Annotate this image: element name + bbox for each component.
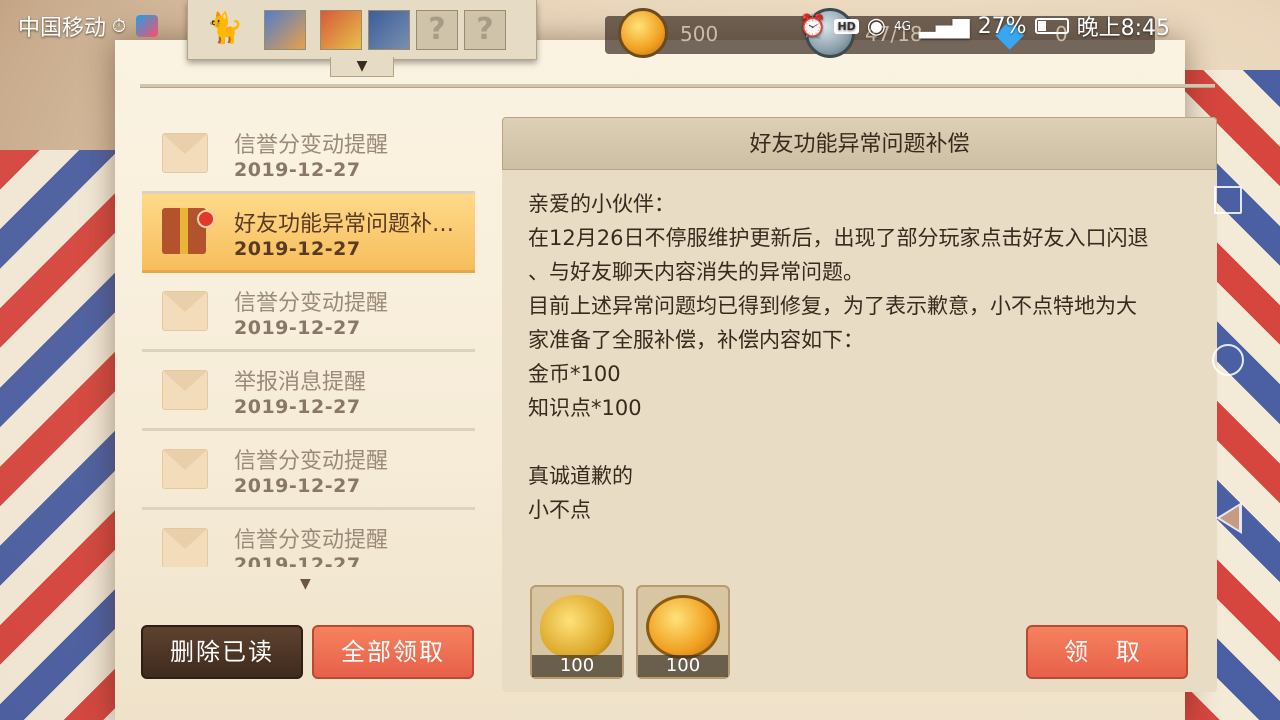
mail-body-line: 小不点 xyxy=(528,498,591,522)
mail-date: 2019-12-27 xyxy=(234,159,361,181)
mail-item[interactable]: 信誉分变动提醒 2019-12-27 xyxy=(142,273,475,352)
mail-body: 亲爱的小伙伴： 在12月26日不停服维护更新后，出现了部分玩家点击好友入口闪退 、与… xyxy=(528,187,1198,527)
eye-icon: ◉ xyxy=(866,13,886,39)
clock-icon: ⏱ xyxy=(112,15,127,37)
back-icon[interactable] xyxy=(1216,502,1242,534)
claim-all-button[interactable]: 全部领取 xyxy=(312,625,474,679)
envelope-icon xyxy=(162,133,208,173)
envelope-icon xyxy=(162,291,208,331)
chevron-down-icon[interactable]: ▼ xyxy=(330,57,394,77)
mail-date: 2019-12-27 xyxy=(234,317,361,339)
mail-item[interactable]: 举报消息提醒 2019-12-27 xyxy=(142,352,475,431)
mail-date: 2019-12-27 xyxy=(234,238,361,260)
mail-body-line xyxy=(528,425,1198,459)
battery-icon xyxy=(1034,18,1069,34)
mail-date: 2019-12-27 xyxy=(234,554,361,567)
mail-title: 信誉分变动提醒 xyxy=(234,133,389,158)
carrier-name: 中国移动 xyxy=(18,16,107,41)
mail-body-line: 目前上述异常问题均已得到修复，为了表示歉意，小不点特地为大 xyxy=(528,294,1137,318)
mail-body-line: 亲爱的小伙伴： xyxy=(528,192,675,216)
delete-read-button[interactable]: 删除已读 xyxy=(141,625,303,679)
mail-body-line: 金币*100 xyxy=(528,362,621,386)
hd-icon: HD xyxy=(834,18,859,34)
mail-body-line: 知识点*100 xyxy=(528,396,642,420)
chevron-down-icon: ▼ xyxy=(300,576,311,592)
mail-body-line: 在12月26日不停服维护更新后，出现了部分玩家点击好友入口闪退 xyxy=(528,226,1149,250)
mail-title: 好友功能异常问题补… xyxy=(234,212,455,237)
reward-item[interactable]: 100 xyxy=(636,585,730,679)
mail-date: 2019-12-27 xyxy=(234,396,361,418)
status-bar: 中国移动 ⏱ ⏰ HD ◉ 4G ▂▄▆ 27% 晚上8:45 xyxy=(0,0,1280,50)
system-nav-bar xyxy=(1180,150,1280,570)
mail-detail-title: 好友功能异常问题补偿 xyxy=(502,117,1217,170)
reward-count: 100 xyxy=(532,655,622,677)
mail-body-line: 家准备了全服补偿，补偿内容如下： xyxy=(528,328,864,352)
app-icon xyxy=(136,15,159,37)
network-type: 4G xyxy=(893,19,911,33)
home-icon[interactable] xyxy=(1212,344,1244,376)
mail-body-line: 真诚道歉的 xyxy=(528,464,633,488)
clock-time: 晚上8:45 xyxy=(1076,16,1170,41)
unread-dot xyxy=(197,210,215,228)
claim-button[interactable]: 领 取 xyxy=(1026,625,1188,679)
envelope-icon xyxy=(162,449,208,489)
mail-date: 2019-12-27 xyxy=(234,475,361,497)
divider xyxy=(140,84,1215,88)
mail-detail: 好友功能异常问题补偿 亲爱的小伙伴： 在12月26日不停服维护更新后，出现了部分玩… xyxy=(502,117,1217,692)
mail-title: 信誉分变动提醒 xyxy=(234,449,389,474)
mail-item[interactable]: 信誉分变动提醒 2019-12-27 xyxy=(142,431,475,510)
mail-title: 信誉分变动提醒 xyxy=(234,528,389,553)
battery-percent: 27% xyxy=(977,13,1027,39)
potion-icon xyxy=(540,595,614,659)
recent-apps-icon[interactable] xyxy=(1214,186,1242,214)
gold-coin-icon xyxy=(646,595,720,659)
mail-title: 举报消息提醒 xyxy=(234,370,367,395)
mail-item[interactable]: 信誉分变动提醒 2019-12-27 xyxy=(142,115,475,194)
mail-item[interactable]: 信誉分变动提醒 2019-12-27 xyxy=(142,510,475,567)
alarm-icon: ⏰ xyxy=(799,13,827,39)
mail-list[interactable]: 信誉分变动提醒 2019-12-27 好友功能异常问题补… 2019-12-27 信誉分… xyxy=(142,115,475,567)
reward-count: 100 xyxy=(638,655,728,677)
mail-title: 信誉分变动提醒 xyxy=(234,291,389,316)
mail-item[interactable]: 好友功能异常问题补… 2019-12-27 xyxy=(142,194,475,273)
mail-body-line: 、与好友聊天内容消失的异常问题。 xyxy=(528,260,864,284)
envelope-icon xyxy=(162,528,208,567)
reward-item[interactable]: 100 xyxy=(530,585,624,679)
envelope-icon xyxy=(162,370,208,410)
signal-icon: ▂▄▆ xyxy=(918,13,970,39)
